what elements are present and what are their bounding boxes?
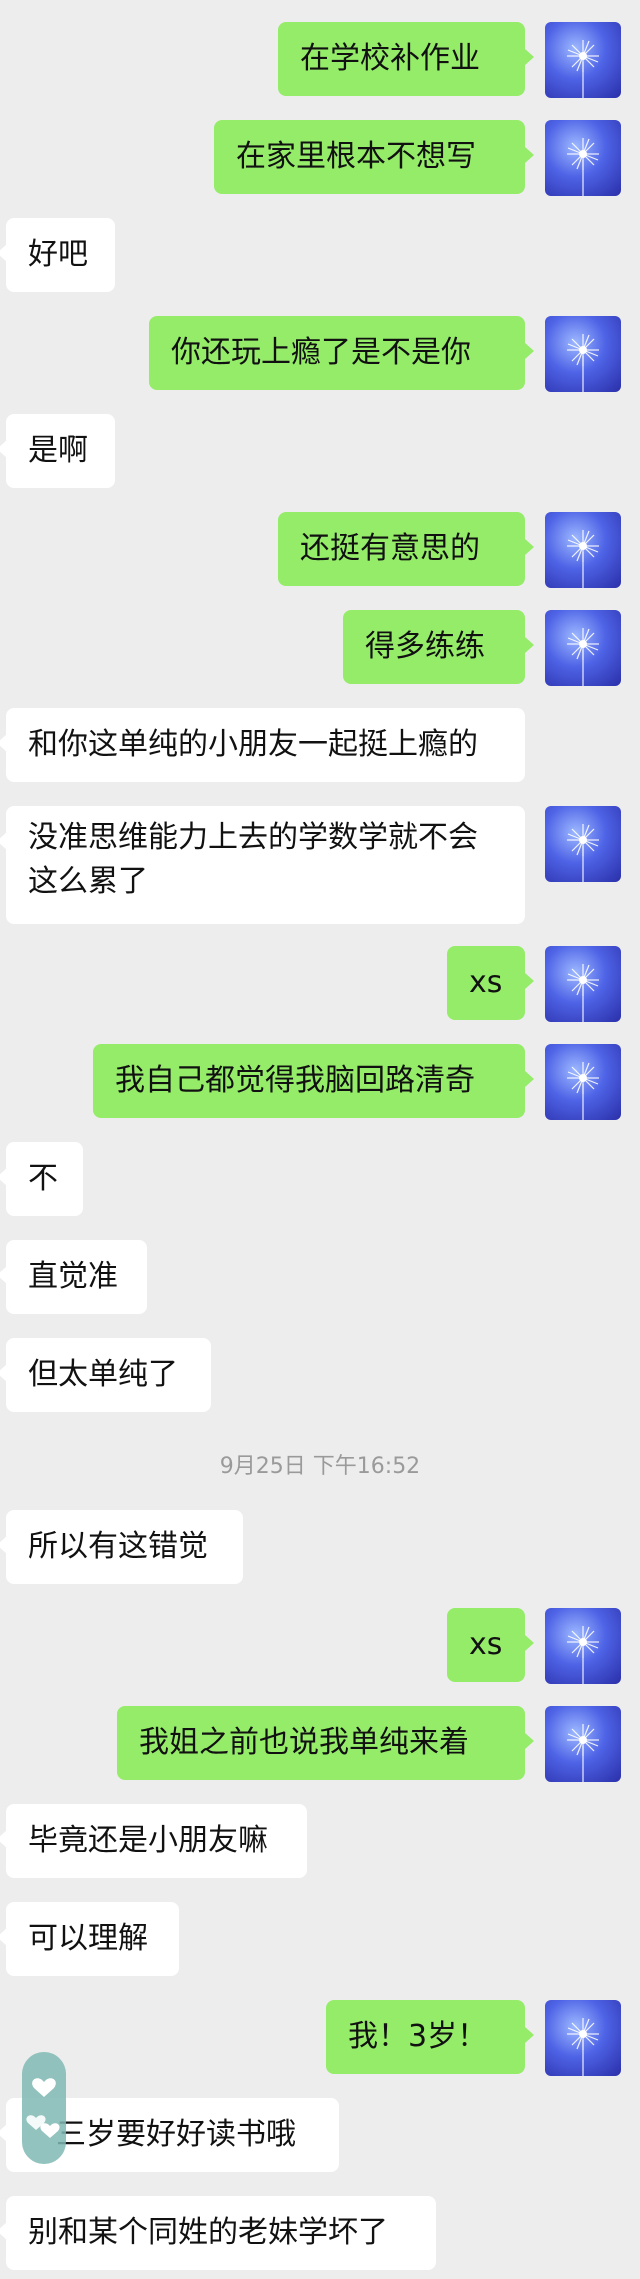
message-text: 毕竟还是小朋友嘛	[28, 1823, 268, 1858]
message-bubble-incoming[interactable]: 别和某个同姓的老妹学坏了	[0, 2196, 436, 2270]
avatar[interactable]	[545, 1044, 621, 1120]
message-text: 在学校补作业	[300, 41, 480, 76]
dandelion-icon	[545, 1706, 621, 1782]
message-bubble-incoming[interactable]: 没准思维能力上去的学数学就不会这么累了	[0, 806, 525, 924]
message-bubble-outgoing[interactable]: 我！3岁！	[326, 2000, 534, 2074]
heart-sticker-icon	[14, 2048, 84, 2168]
message-bubble-incoming[interactable]: 毕竟还是小朋友嘛	[0, 1804, 307, 1878]
avatar[interactable]	[545, 120, 621, 196]
message-text: 所以有这错觉	[28, 1529, 208, 1564]
avatar[interactable]	[545, 806, 621, 882]
message-text: 三岁要好好读书哦	[56, 2117, 296, 2152]
message-bubble-incoming[interactable]: 可以理解	[0, 1902, 179, 1976]
chat-message-list[interactable]: 在学校补作业 在家里根本不想写 好吧 你还玩上瘾了是不是你 是啊 还挺有意思的 …	[0, 0, 640, 2279]
avatar[interactable]	[545, 610, 621, 686]
message-bubble-outgoing[interactable]: 在家里根本不想写	[214, 120, 534, 194]
avatar[interactable]	[545, 2000, 621, 2076]
message-text: 我姐之前也说我单纯来着	[139, 1725, 469, 1760]
message-text: xs	[469, 965, 503, 1000]
message-bubble-incoming[interactable]: 直觉准	[0, 1240, 147, 1314]
avatar[interactable]	[545, 1608, 621, 1684]
message-bubble-outgoing[interactable]: 我自己都觉得我脑回路清奇	[93, 1044, 534, 1118]
message-bubble-outgoing[interactable]: xs	[447, 1608, 534, 1682]
dandelion-icon	[545, 1608, 621, 1684]
dandelion-icon	[545, 806, 621, 882]
avatar[interactable]	[545, 316, 621, 392]
message-text: 还挺有意思的	[300, 531, 480, 566]
dandelion-icon	[545, 512, 621, 588]
message-bubble-outgoing[interactable]: 在学校补作业	[278, 22, 534, 96]
message-text: xs	[469, 1627, 503, 1662]
message-bubble-incoming[interactable]: 好吧	[0, 218, 115, 292]
message-bubble-incoming[interactable]: 和你这单纯的小朋友一起挺上瘾的	[0, 708, 525, 782]
message-text: 我！3岁！	[348, 2019, 488, 2054]
message-text: 得多练练	[365, 629, 485, 664]
message-bubble-incoming[interactable]: 是啊	[0, 414, 115, 488]
dandelion-icon	[545, 316, 621, 392]
message-text: 在家里根本不想写	[236, 139, 476, 174]
message-timestamp: 9月25日 下午16:52	[219, 1454, 421, 1479]
avatar[interactable]	[545, 512, 621, 588]
message-text: 但太单纯了	[28, 1357, 178, 1392]
message-bubble-outgoing[interactable]: 还挺有意思的	[278, 512, 534, 586]
message-text: 好吧	[28, 237, 88, 272]
message-text: 没准思维能力上去的学数学就不会这么累了	[28, 820, 478, 899]
message-text: 可以理解	[28, 1921, 148, 1956]
message-text: 别和某个同姓的老妹学坏了	[28, 2215, 388, 2250]
message-text: 不	[28, 1161, 58, 1196]
message-bubble-outgoing[interactable]: 你还玩上瘾了是不是你	[149, 316, 534, 390]
avatar[interactable]	[545, 946, 621, 1022]
message-text: 直觉准	[28, 1259, 118, 1294]
message-bubble-outgoing[interactable]: xs	[447, 946, 534, 1020]
message-bubble-incoming[interactable]: 但太单纯了	[0, 1338, 211, 1412]
dandelion-icon	[545, 2000, 621, 2076]
message-text: 你还玩上瘾了是不是你	[171, 335, 471, 370]
dandelion-icon	[545, 120, 621, 196]
avatar[interactable]	[545, 22, 621, 98]
avatar[interactable]	[545, 1706, 621, 1782]
message-text: 是啊	[28, 433, 88, 468]
message-bubble-incoming[interactable]: 不	[0, 1142, 83, 1216]
dandelion-icon	[545, 610, 621, 686]
message-bubble-outgoing[interactable]: 我姐之前也说我单纯来着	[117, 1706, 534, 1780]
dandelion-icon	[545, 22, 621, 98]
message-bubble-incoming[interactable]: 所以有这错觉	[0, 1510, 243, 1584]
dandelion-icon	[545, 1044, 621, 1120]
message-bubble-outgoing[interactable]: 得多练练	[343, 610, 534, 684]
message-text: 我自己都觉得我脑回路清奇	[115, 1063, 475, 1098]
dandelion-icon	[545, 946, 621, 1022]
message-text: 和你这单纯的小朋友一起挺上瘾的	[28, 727, 478, 762]
